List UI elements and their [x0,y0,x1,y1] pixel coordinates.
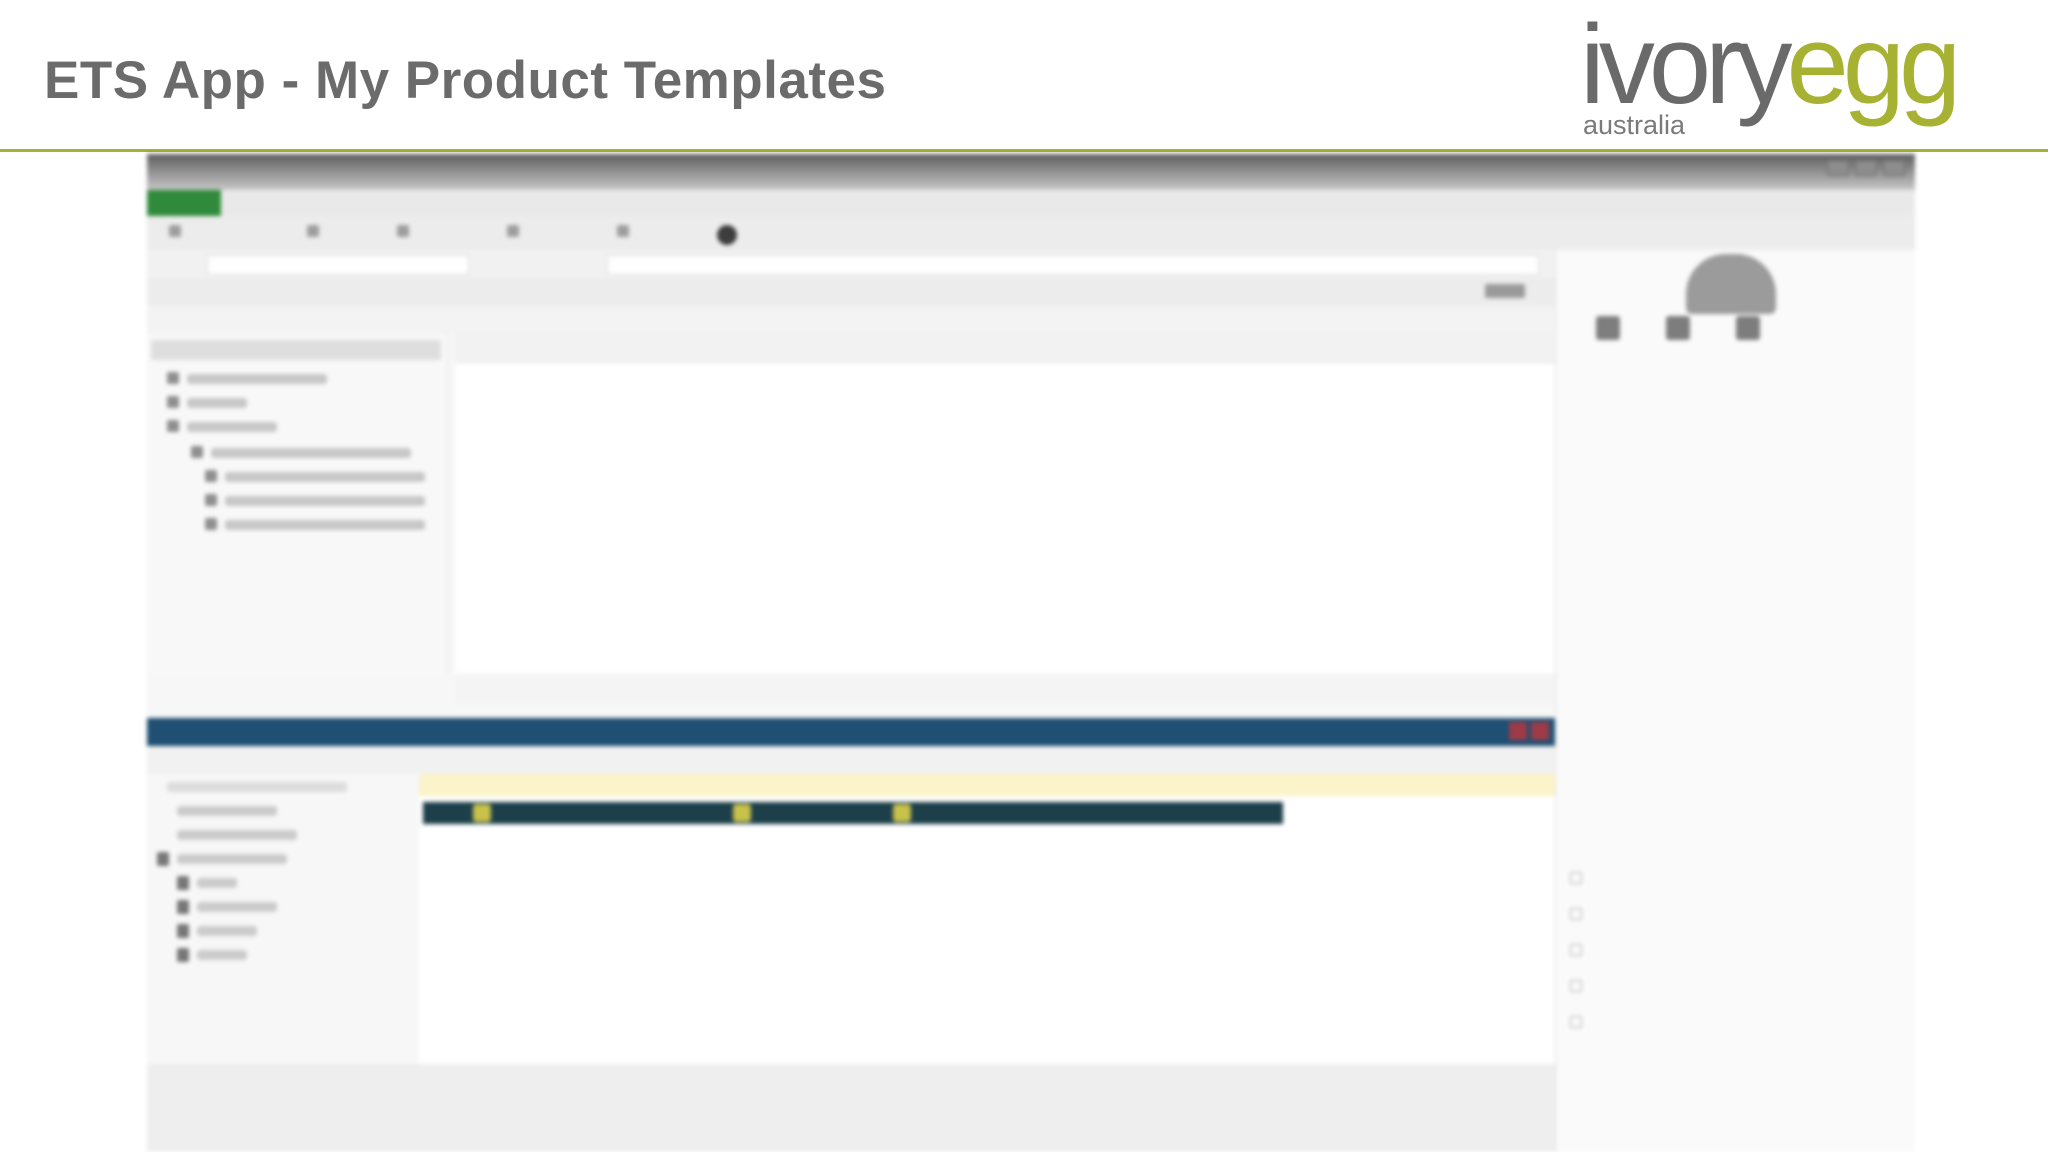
tree-node [197,950,247,960]
tree-node [187,398,247,408]
tree-node [197,878,237,888]
toolbar-item [717,225,737,245]
grid-header [455,334,1555,363]
panel-close-icon [1485,284,1525,298]
tree-node-icon [191,446,203,458]
app-toolbar [147,216,1915,251]
checkbox-icon [1570,944,1582,956]
toolbar-item [307,225,319,237]
toolbar-item [397,225,409,237]
tree-node [225,496,425,506]
tree-node-icon [205,518,217,530]
tree-node-icon [157,852,169,866]
minimize-icon [1827,160,1849,176]
lower-toolbar [147,746,1555,774]
tree-node [177,830,297,840]
row-marker [893,804,911,822]
action-icon [1736,316,1760,340]
table-row [455,366,1555,388]
tree-node-icon [177,924,189,938]
maximize-icon [1855,160,1877,176]
checkbox-icon [1570,980,1582,992]
panel-subtoolbar [147,306,1555,334]
window-controls [1827,160,1905,176]
ivoryegg-logo: ivoryegg australia [1580,2,2040,146]
app-screenshot [147,154,1915,1152]
panel-header [147,278,1555,307]
checkbox-icon [1570,1016,1582,1028]
lower-grid-header [419,774,1555,796]
list-item [1570,1004,1900,1040]
tree-node-icon [177,876,189,890]
tree-node [167,782,347,792]
file-tab [147,190,221,216]
profile-photo [1686,254,1776,314]
tree-node [197,902,277,912]
tree-node-icon [177,900,189,914]
panel-button-icon [1509,722,1527,740]
template-tree [147,334,448,674]
lower-tree [147,774,420,1064]
toolbar-icon [307,225,319,237]
header-divider [0,149,2048,152]
checkbox-icon [1570,872,1582,884]
tree-node [225,520,425,530]
logo-subtitle: australia [1583,110,1686,140]
action-icon [1596,316,1620,340]
tree-node-icon [167,396,179,408]
close-icon [1883,160,1905,176]
checkbox-icon [1570,908,1582,920]
logo-text-ivory: ivory [1580,2,1792,127]
tree-node-icon [167,420,179,432]
toolbar-item [507,225,519,237]
right-pane-list [1570,860,1900,1040]
toolbar-icon [617,225,629,237]
search-input [207,255,469,275]
filter-input [607,255,1539,275]
tree-node-icon [205,470,217,482]
list-item [1570,968,1900,1004]
tree-node-icon [205,494,217,506]
tree-node [197,926,257,936]
right-pane-button [1578,316,1638,348]
tree-node [177,806,277,816]
app-title-bar [147,154,1915,190]
toolbar-item [617,225,629,237]
row-marker [473,804,491,822]
slide-title: ETS App - My Product Templates [44,51,887,110]
grid-tab-strip [455,674,1555,704]
row-marker [733,804,751,822]
tree-node-icon [167,372,179,384]
selected-row [423,802,1283,824]
tree-header [151,340,441,360]
right-pane-button [1718,316,1778,348]
right-pane [1555,250,1915,1152]
list-item [1570,932,1900,968]
toolbar-icon [169,225,181,237]
lower-panel-controls [1509,722,1549,740]
lower-grid [419,774,1555,1064]
templates-grid [455,334,1555,674]
toolbar-dark-icon [717,225,737,245]
tree-node [225,472,425,482]
lower-panel-title-bar [147,718,1555,746]
list-item [1570,860,1900,896]
tree-node-icon [177,948,189,962]
tree-node [177,854,287,864]
list-item [1570,896,1900,932]
panel-button-icon [1531,722,1549,740]
ribbon-tab-bar [147,190,1915,216]
right-pane-button [1648,316,1708,348]
tree-node [211,448,411,458]
tree-node [187,422,277,432]
logo-text-egg: egg [1786,2,1961,127]
toolbar-icon [397,225,409,237]
toolbar-item [169,225,181,237]
bottom-toolbar [147,1064,1555,1152]
tree-node [187,374,327,384]
search-row [147,250,1555,278]
toolbar-icon [507,225,519,237]
action-icon [1666,316,1690,340]
